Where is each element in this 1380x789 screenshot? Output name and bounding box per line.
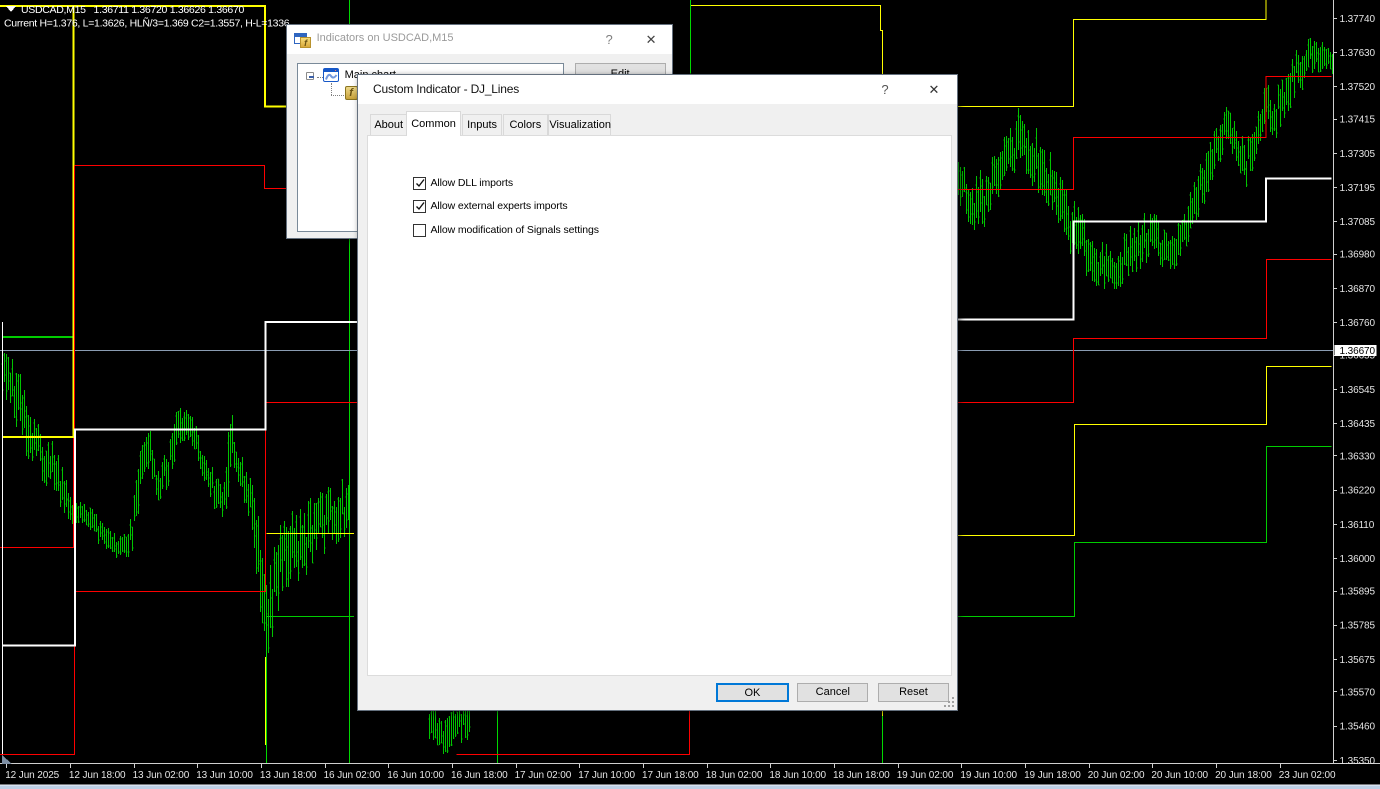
svg-text:12 Jun 18:00: 12 Jun 18:00 bbox=[69, 770, 126, 781]
svg-text:1.37630: 1.37630 bbox=[1340, 48, 1376, 59]
svg-text:1.37415: 1.37415 bbox=[1340, 115, 1376, 126]
svg-text:1.37520: 1.37520 bbox=[1340, 82, 1376, 93]
svg-text:19 Jun 10:00: 19 Jun 10:00 bbox=[960, 770, 1017, 781]
svg-text:1.36435: 1.36435 bbox=[1340, 419, 1376, 430]
svg-text:17 Jun 18:00: 17 Jun 18:00 bbox=[642, 770, 699, 781]
svg-text:1.36000: 1.36000 bbox=[1340, 554, 1376, 565]
svg-text:19 Jun 18:00: 19 Jun 18:00 bbox=[1024, 770, 1081, 781]
svg-text:1.37740: 1.37740 bbox=[1340, 14, 1376, 25]
svg-text:1.36545: 1.36545 bbox=[1340, 385, 1376, 396]
svg-text:13 Jun 10:00: 13 Jun 10:00 bbox=[196, 770, 253, 781]
svg-text:19 Jun 02:00: 19 Jun 02:00 bbox=[897, 770, 954, 781]
svg-text:20 Jun 02:00: 20 Jun 02:00 bbox=[1088, 770, 1145, 781]
svg-text:18 Jun 10:00: 18 Jun 10:00 bbox=[769, 770, 826, 781]
svg-text:12 Jun 2025: 12 Jun 2025 bbox=[5, 770, 59, 781]
svg-text:1.35350: 1.35350 bbox=[1340, 756, 1376, 767]
svg-text:1.35570: 1.35570 bbox=[1340, 688, 1376, 699]
svg-text:USDCAD,M15 1.36711 1.36720 1: USDCAD,M15 1.36711 1.36720 1.36626 1.366… bbox=[21, 4, 244, 16]
svg-text:13 Jun 18:00: 13 Jun 18:00 bbox=[260, 770, 317, 781]
svg-text:1.36110: 1.36110 bbox=[1340, 520, 1375, 531]
svg-text:20 Jun 18:00: 20 Jun 18:00 bbox=[1215, 770, 1272, 781]
svg-text:23 Jun 02:00: 23 Jun 02:00 bbox=[1279, 770, 1336, 781]
svg-text:1.35460: 1.35460 bbox=[1340, 722, 1376, 733]
svg-text:18 Jun 18:00: 18 Jun 18:00 bbox=[833, 770, 890, 781]
svg-text:16 Jun 02:00: 16 Jun 02:00 bbox=[324, 770, 381, 781]
svg-text:1.37195: 1.37195 bbox=[1340, 183, 1376, 194]
svg-text:1.36760: 1.36760 bbox=[1340, 318, 1376, 329]
svg-text:1.35785: 1.35785 bbox=[1340, 621, 1376, 632]
svg-text:16 Jun 10:00: 16 Jun 10:00 bbox=[387, 770, 444, 781]
svg-text:13 Jun 02:00: 13 Jun 02:00 bbox=[133, 770, 190, 781]
svg-text:1.36670: 1.36670 bbox=[1340, 346, 1376, 357]
svg-text:1.36330: 1.36330 bbox=[1340, 452, 1376, 463]
svg-text:1.37085: 1.37085 bbox=[1340, 217, 1376, 228]
svg-text:18 Jun 02:00: 18 Jun 02:00 bbox=[706, 770, 763, 781]
svg-text:1.36870: 1.36870 bbox=[1340, 284, 1376, 295]
svg-text:1.35895: 1.35895 bbox=[1340, 587, 1376, 598]
svg-text:1.36220: 1.36220 bbox=[1340, 486, 1376, 497]
svg-text:17 Jun 02:00: 17 Jun 02:00 bbox=[515, 770, 572, 781]
svg-text:1.35675: 1.35675 bbox=[1340, 655, 1376, 666]
svg-text:1.37305: 1.37305 bbox=[1340, 149, 1376, 160]
svg-text:1.36980: 1.36980 bbox=[1340, 250, 1376, 261]
svg-text:Current H=1.376, L=1.3626, HLÑ: Current H=1.376, L=1.3626, HLÑ/3=1.369 C… bbox=[4, 17, 290, 30]
svg-text:16 Jun 18:00: 16 Jun 18:00 bbox=[451, 770, 508, 781]
svg-text:20 Jun 10:00: 20 Jun 10:00 bbox=[1151, 770, 1208, 781]
svg-text:17 Jun 10:00: 17 Jun 10:00 bbox=[578, 770, 635, 781]
